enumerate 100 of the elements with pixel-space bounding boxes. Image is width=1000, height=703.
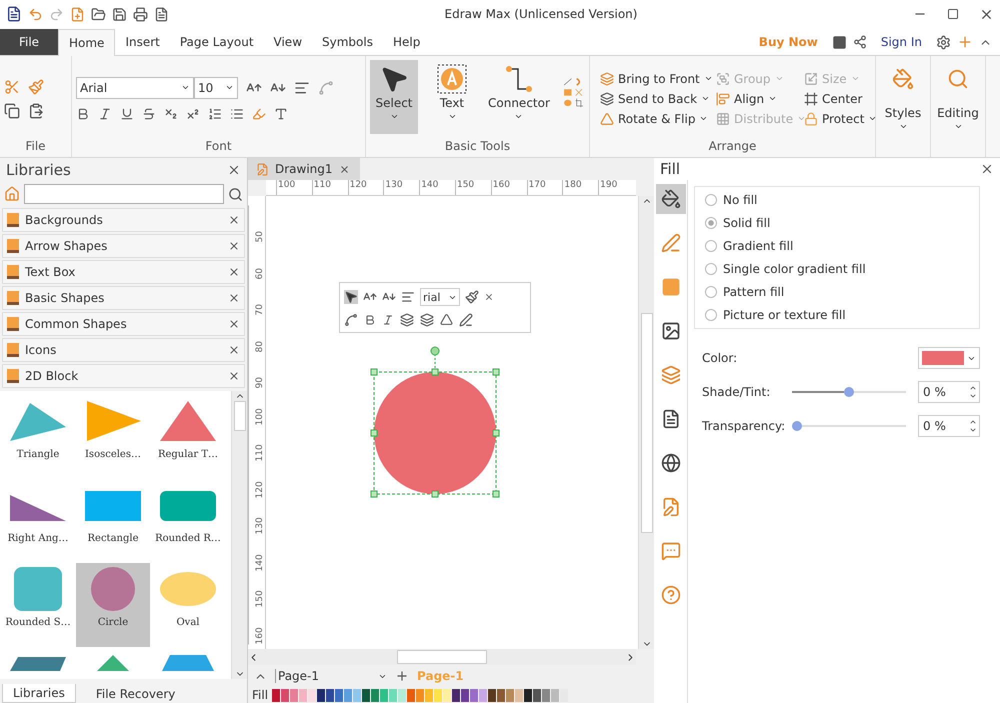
print-icon[interactable]	[133, 6, 148, 22]
font-field[interactable]: rial	[420, 288, 460, 306]
slider[interactable]	[792, 421, 906, 431]
caret-icon[interactable]	[514, 112, 524, 121]
sign-in-link[interactable]: Sign In	[880, 35, 922, 49]
caret-icon[interactable]	[954, 122, 962, 131]
menu-tab[interactable]: Symbols	[312, 29, 383, 55]
close-icon[interactable]	[228, 318, 240, 330]
fill-option[interactable]: Single color gradient fill	[705, 262, 969, 276]
close-icon[interactable]	[228, 344, 240, 356]
panel-tab[interactable]: Libraries	[2, 684, 76, 703]
strikethrough-icon[interactable]	[142, 106, 156, 120]
undo-icon[interactable]	[28, 6, 43, 22]
shape-item[interactable]: Right Ang…	[1, 479, 75, 563]
image-icon[interactable]	[660, 321, 680, 341]
add-page-icon[interactable]	[395, 669, 409, 683]
fill-option[interactable]: Picture or texture fill	[705, 308, 969, 322]
close-icon[interactable]	[228, 266, 240, 278]
fill-option[interactable]: Gradient fill	[705, 239, 969, 253]
fill-option[interactable]: Solid fill	[705, 216, 969, 230]
send-back-icon[interactable]	[420, 312, 434, 327]
ribbon-button[interactable]: Styles	[879, 64, 927, 144]
comment-icon[interactable]	[660, 541, 680, 561]
shape-item[interactable]: Isosceles…	[76, 395, 150, 479]
caret-icon[interactable]	[898, 122, 908, 131]
new-file-icon[interactable]	[70, 6, 85, 22]
caret-icon[interactable]	[868, 114, 878, 123]
slider[interactable]	[792, 387, 906, 397]
bold-icon[interactable]	[76, 106, 90, 120]
scrollbar[interactable]	[638, 196, 654, 649]
shape-item[interactable]: Triangle	[1, 395, 75, 479]
folder-icon[interactable]	[91, 6, 106, 22]
share-icon[interactable]	[852, 35, 867, 49]
paste-icon[interactable]	[28, 102, 44, 118]
arrange-menu-item[interactable]: Rotate & Flip	[600, 112, 716, 126]
color-palette[interactable]	[272, 688, 570, 702]
panel-tab[interactable]: File Recovery	[86, 685, 186, 703]
tool-button[interactable]: Select	[370, 60, 418, 134]
scroll-thumb[interactable]	[397, 650, 487, 664]
close-icon[interactable]	[228, 214, 240, 226]
close-icon[interactable]	[228, 240, 240, 252]
number-field[interactable]: 0 %	[918, 381, 980, 403]
menu-tab[interactable]: Page Layout	[170, 29, 264, 55]
selected-circle-shape[interactable]	[370, 346, 500, 498]
library-category[interactable]: Common Shapes	[2, 312, 245, 336]
superscript-icon[interactable]	[186, 106, 200, 120]
menu-tab[interactable]: File	[0, 29, 58, 55]
caret-icon[interactable]	[768, 94, 778, 103]
arrange-menu-item[interactable]: Align	[716, 92, 804, 106]
tool-button[interactable]: Text	[428, 60, 476, 134]
menu-tab[interactable]: View	[264, 29, 312, 55]
menu-tab[interactable]: Home	[58, 29, 116, 56]
close-icon[interactable]	[484, 292, 494, 302]
fill-option[interactable]: No fill	[705, 193, 969, 207]
font-size-field[interactable]: 10	[194, 76, 238, 98]
fill-tool-button[interactable]	[656, 184, 686, 214]
search-icon[interactable]	[228, 186, 243, 202]
pointer-icon[interactable]	[344, 290, 358, 304]
italic-icon[interactable]	[382, 314, 394, 326]
scroll-thumb[interactable]	[640, 312, 652, 532]
radio-button[interactable]	[705, 286, 717, 298]
font-color-icon[interactable]	[274, 106, 288, 120]
shape-item[interactable]: Rounded R…	[151, 479, 225, 563]
spinner-icon[interactable]	[969, 384, 977, 400]
number-field[interactable]: 0 %	[918, 415, 980, 437]
settings-icon[interactable]	[936, 34, 951, 50]
subscript-icon[interactable]	[164, 106, 178, 120]
caret-icon[interactable]	[181, 83, 190, 92]
fill-option[interactable]: Pattern fill	[705, 285, 969, 299]
arrange-menu-item[interactable]: Send to Back	[600, 92, 716, 106]
caret-icon[interactable]	[699, 114, 708, 123]
document-tab[interactable]: Drawing1	[248, 158, 360, 180]
arrange-menu-item[interactable]: Protect	[804, 112, 880, 126]
copy-icon[interactable]	[4, 102, 20, 118]
align-icon[interactable]	[294, 80, 310, 96]
bold-icon[interactable]	[364, 314, 376, 326]
document-icon[interactable]	[154, 6, 169, 22]
library-category[interactable]: Arrow Shapes	[2, 234, 245, 258]
tool-button[interactable]: Connector	[486, 60, 552, 134]
document-icon[interactable]	[660, 409, 680, 429]
library-category[interactable]: 2D Block	[2, 364, 245, 388]
close-icon[interactable]	[980, 162, 994, 176]
pen-icon[interactable]	[660, 233, 680, 253]
caret-icon[interactable]	[701, 94, 710, 103]
scrollbar[interactable]	[231, 391, 247, 679]
help-icon[interactable]	[660, 585, 680, 605]
maximize-icon[interactable]	[947, 8, 959, 20]
radio-button[interactable]	[705, 217, 717, 229]
caret-icon[interactable]	[704, 74, 713, 83]
line-spacing-icon[interactable]	[208, 106, 222, 120]
shape-item[interactable]: Oval	[151, 563, 225, 647]
menu-tab[interactable]: Help	[382, 29, 430, 55]
save-icon[interactable]	[112, 6, 127, 22]
file-edit-icon[interactable]	[660, 497, 680, 517]
shape-item[interactable]: Regular T…	[151, 395, 225, 479]
close-icon[interactable]	[338, 164, 350, 174]
search-field[interactable]	[24, 184, 224, 204]
shape-item[interactable]: Circle	[76, 563, 150, 647]
caret-icon[interactable]	[225, 83, 234, 92]
edit-shape-icon[interactable]	[459, 312, 473, 327]
